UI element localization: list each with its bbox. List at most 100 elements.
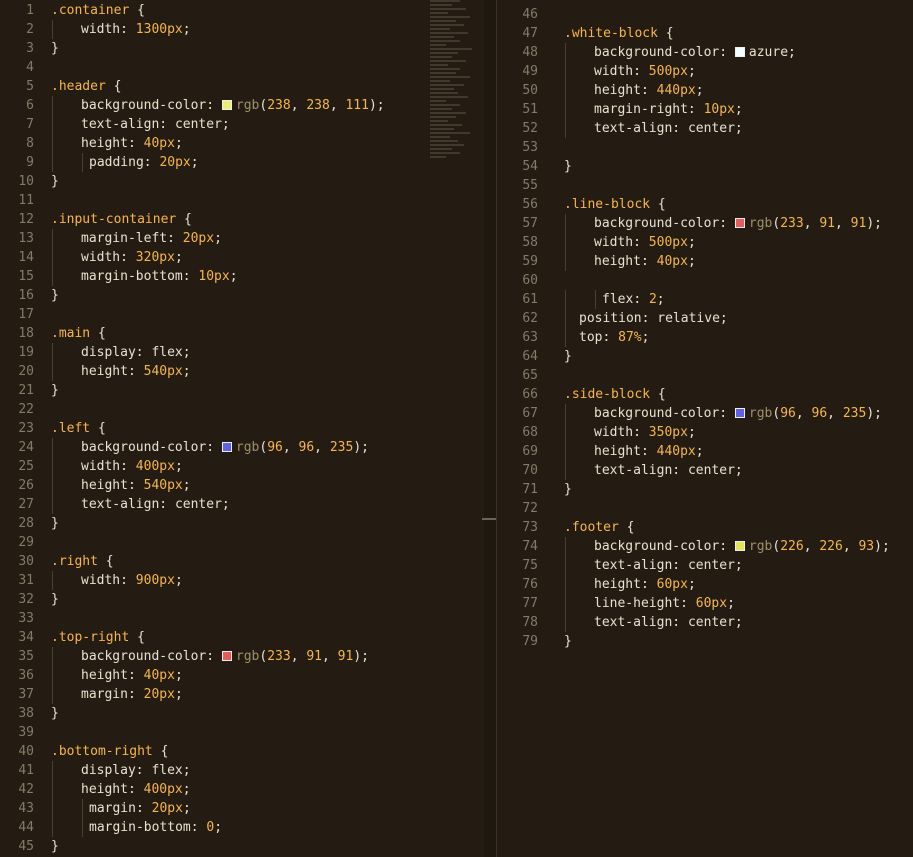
code-area-right[interactable]: 46 47 .white-block {48 background-color: az…: [497, 5, 913, 651]
code-line[interactable]: 55: [497, 176, 913, 195]
code-line[interactable]: 19 display: flex;: [0, 343, 483, 362]
code-line[interactable]: 38}: [0, 704, 483, 723]
code-line[interactable]: 25 width: 400px;: [0, 457, 483, 476]
code-line[interactable]: 2 width: 1300px;: [0, 20, 483, 39]
line-number: 32: [18, 592, 34, 607]
code-line[interactable]: 70 text-align: center;: [497, 461, 913, 480]
code-line[interactable]: 12 .input-container {: [0, 210, 483, 229]
color-swatch[interactable]: [734, 408, 745, 418]
code-text: }: [51, 516, 59, 531]
code-line[interactable]: 63 top: 87%;: [497, 328, 913, 347]
code-line[interactable]: 16}: [0, 286, 483, 305]
code-line[interactable]: 28}: [0, 514, 483, 533]
code-line[interactable]: 14 width: 320px;: [0, 248, 483, 267]
code-line[interactable]: 34 .top-right {: [0, 628, 483, 647]
color-swatch[interactable]: [734, 541, 745, 551]
code-line[interactable]: 31 width: 900px;: [0, 571, 483, 590]
code-line[interactable]: 79}: [497, 632, 913, 651]
code-line[interactable]: 49 width: 500px;: [497, 62, 913, 81]
code-line[interactable]: 29: [0, 533, 483, 552]
code-line[interactable]: 9 padding: 20px;: [0, 153, 483, 172]
code-line[interactable]: 37 margin: 20px;: [0, 685, 483, 704]
editor-pane-right[interactable]: 46 47 .white-block {48 background-color: az…: [497, 0, 913, 857]
code-line[interactable]: 22: [0, 400, 483, 419]
code-line[interactable]: 78 text-align: center;: [497, 613, 913, 632]
editor-pane-left[interactable]: 1 .container {2 width: 1300px; 3} 4 5 .header …: [0, 0, 483, 857]
code-line[interactable]: 52 text-align: center;: [497, 119, 913, 138]
code-line[interactable]: 66 .side-block {: [497, 385, 913, 404]
code-line[interactable]: 65: [497, 366, 913, 385]
code-line[interactable]: 4: [0, 58, 483, 77]
code-line[interactable]: 64}: [497, 347, 913, 366]
color-swatch[interactable]: [221, 651, 232, 661]
code-line[interactable]: 46: [497, 5, 913, 24]
code-line[interactable]: 56 .line-block {: [497, 195, 913, 214]
minimap[interactable]: [430, 0, 482, 160]
code-line[interactable]: 44 margin-bottom: 0;: [0, 818, 483, 837]
code-line[interactable]: 27 text-align: center;: [0, 495, 483, 514]
code-line[interactable]: 11: [0, 191, 483, 210]
line-number: 35: [18, 649, 34, 664]
code-line[interactable]: 45}: [0, 837, 483, 856]
code-line[interactable]: 58 width: 500px;: [497, 233, 913, 252]
line-number: 22: [18, 402, 34, 417]
code-line[interactable]: 59 height: 40px;: [497, 252, 913, 271]
code-line[interactable]: 47 .white-block {: [497, 24, 913, 43]
code-line[interactable]: 23 .left {: [0, 419, 483, 438]
code-line[interactable]: 3}: [0, 39, 483, 58]
code-line[interactable]: 36 height: 40px;: [0, 666, 483, 685]
code-area-left[interactable]: 1 .container {2 width: 1300px; 3} 4 5 .header …: [0, 1, 483, 856]
code-line[interactable]: 6 background-color: rgb(238, 238, 111);: [0, 96, 483, 115]
indent-guide: [52, 248, 53, 267]
code-line[interactable]: 1 .container {: [0, 1, 483, 20]
code-line[interactable]: 75 text-align: center;: [497, 556, 913, 575]
color-swatch[interactable]: [734, 47, 745, 57]
code-line[interactable]: 40 .bottom-right {: [0, 742, 483, 761]
code-line[interactable]: 15 margin-bottom: 10px;: [0, 267, 483, 286]
code-line[interactable]: 10}: [0, 172, 483, 191]
color-swatch[interactable]: [734, 218, 745, 228]
code-line[interactable]: 60: [497, 271, 913, 290]
code-line[interactable]: 13 margin-left: 20px;: [0, 229, 483, 248]
code-line[interactable]: 17: [0, 305, 483, 324]
code-line[interactable]: 33: [0, 609, 483, 628]
code-line[interactable]: 30 .right {: [0, 552, 483, 571]
code-line[interactable]: 20 height: 540px;: [0, 362, 483, 381]
code-line[interactable]: 74 background-color: rgb(226, 226, 93);: [497, 537, 913, 556]
code-line[interactable]: 62 position: relative;: [497, 309, 913, 328]
line-number: 7: [26, 117, 34, 132]
code-line[interactable]: 67 background-color: rgb(96, 96, 235);: [497, 404, 913, 423]
code-line[interactable]: 8 height: 40px;: [0, 134, 483, 153]
code-line[interactable]: 68 width: 350px;: [497, 423, 913, 442]
code-line[interactable]: 24 background-color: rgb(96, 96, 235);: [0, 438, 483, 457]
line-number: 34: [18, 630, 34, 645]
code-line[interactable]: 21}: [0, 381, 483, 400]
code-line[interactable]: 18 .main {: [0, 324, 483, 343]
code-line[interactable]: 32}: [0, 590, 483, 609]
scrollbar-thumb[interactable]: [482, 518, 496, 520]
line-number: 44: [18, 820, 34, 835]
code-line[interactable]: 51 margin-right: 10px;: [497, 100, 913, 119]
code-line[interactable]: 5 .header {: [0, 77, 483, 96]
color-swatch[interactable]: [221, 442, 232, 452]
code-line[interactable]: 48 background-color: azure;: [497, 43, 913, 62]
code-line[interactable]: 42 height: 400px;: [0, 780, 483, 799]
color-swatch[interactable]: [221, 100, 232, 110]
code-line[interactable]: 57 background-color: rgb(233, 91, 91);: [497, 214, 913, 233]
code-line[interactable]: 35 background-color: rgb(233, 91, 91);: [0, 647, 483, 666]
code-line[interactable]: 71}: [497, 480, 913, 499]
code-line[interactable]: 54}: [497, 157, 913, 176]
code-line[interactable]: 50 height: 440px;: [497, 81, 913, 100]
code-line[interactable]: 41 display: flex;: [0, 761, 483, 780]
code-line[interactable]: 43 margin: 20px;: [0, 799, 483, 818]
code-line[interactable]: 61 flex: 2;: [497, 290, 913, 309]
code-line[interactable]: 72: [497, 499, 913, 518]
code-line[interactable]: 7 text-align: center;: [0, 115, 483, 134]
code-line[interactable]: 69 height: 440px;: [497, 442, 913, 461]
code-line[interactable]: 73 .footer {: [497, 518, 913, 537]
code-line[interactable]: 39: [0, 723, 483, 742]
code-line[interactable]: 26 height: 540px;: [0, 476, 483, 495]
code-line[interactable]: 76 height: 60px;: [497, 575, 913, 594]
code-line[interactable]: 53: [497, 138, 913, 157]
code-line[interactable]: 77 line-height: 60px;: [497, 594, 913, 613]
